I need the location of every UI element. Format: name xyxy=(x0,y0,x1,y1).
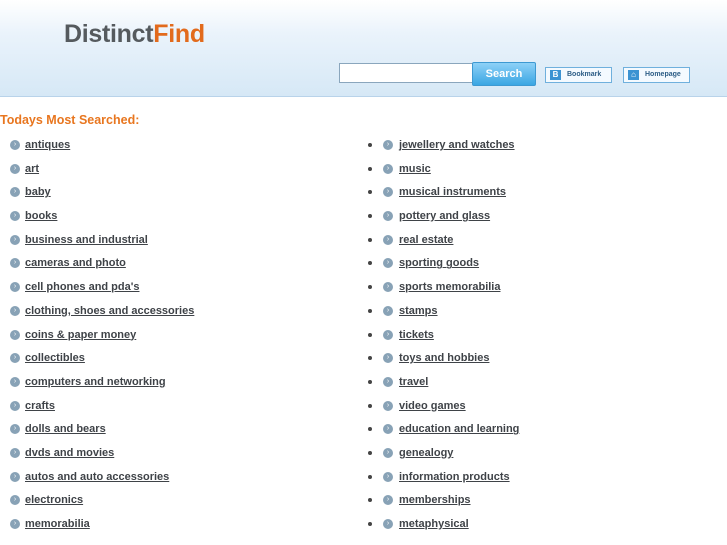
arrow-circle-icon: › xyxy=(10,400,20,411)
bullet-dot-icon xyxy=(368,261,372,266)
bullet-dot-icon xyxy=(368,356,372,361)
arrow-circle-icon: › xyxy=(383,187,393,198)
category-link[interactable]: music xyxy=(399,163,431,175)
arrow-circle-icon: › xyxy=(383,234,393,245)
header: DistinctFind Search B Bookmark ⌂ Homepag… xyxy=(0,0,727,97)
home-icon: ⌂ xyxy=(628,70,639,80)
category-link[interactable]: video games xyxy=(399,400,466,412)
category-link[interactable]: computers and networking xyxy=(25,376,166,388)
arrow-circle-icon: › xyxy=(10,305,20,316)
category-link[interactable]: cell phones and pda's xyxy=(25,281,139,293)
arrow-circle-icon: › xyxy=(383,282,393,293)
arrow-circle-icon: › xyxy=(10,234,20,245)
homepage-button[interactable]: ⌂ Homepage xyxy=(623,67,690,83)
category-link[interactable]: antiques xyxy=(25,139,70,151)
category-link[interactable]: stamps xyxy=(399,305,438,317)
category-link[interactable]: baby xyxy=(25,186,51,198)
arrow-circle-icon: › xyxy=(383,258,393,269)
arrow-circle-icon: › xyxy=(383,424,393,435)
arrow-circle-icon: › xyxy=(383,471,393,482)
arrow-circle-icon: › xyxy=(10,187,20,198)
arrow-circle-icon: › xyxy=(10,258,20,269)
arrow-circle-icon: › xyxy=(10,140,20,150)
bookmark-button[interactable]: B Bookmark xyxy=(545,67,612,83)
category-link[interactable]: sporting goods xyxy=(399,257,479,269)
category-link[interactable]: crafts xyxy=(25,400,55,412)
logo-part-2: Find xyxy=(153,20,205,48)
category-link[interactable]: genealogy xyxy=(399,447,453,459)
category-link[interactable]: information products xyxy=(399,471,510,483)
arrow-circle-icon: › xyxy=(383,400,393,411)
arrow-circle-icon: › xyxy=(10,519,20,529)
arrow-circle-icon: › xyxy=(10,353,20,364)
bookmark-label: Bookmark xyxy=(567,71,602,78)
bullet-dot-icon xyxy=(368,450,372,455)
category-link[interactable]: cameras and photo xyxy=(25,257,126,269)
category-link[interactable]: tickets xyxy=(399,329,434,341)
bullet-dot-icon xyxy=(368,379,372,384)
bullet-dot-icon xyxy=(368,427,372,432)
arrow-circle-icon: › xyxy=(10,163,20,174)
section-title: Todays Most Searched: xyxy=(0,113,140,127)
arrow-circle-icon: › xyxy=(10,329,20,340)
bullet-dot-icon xyxy=(368,237,372,242)
arrow-circle-icon: › xyxy=(383,211,393,222)
logo[interactable]: DistinctFind xyxy=(64,20,205,49)
arrow-circle-icon: › xyxy=(383,447,393,458)
category-link[interactable]: dvds and movies xyxy=(25,447,114,459)
arrow-circle-icon: › xyxy=(10,376,20,387)
bullet-dot-icon xyxy=(368,214,372,219)
arrow-circle-icon: › xyxy=(10,471,20,482)
category-link[interactable]: collectibles xyxy=(25,352,85,364)
bullet-dot-icon xyxy=(368,522,372,526)
category-link[interactable]: real estate xyxy=(399,234,453,246)
arrow-circle-icon: › xyxy=(10,495,20,506)
bullet-dot-icon xyxy=(368,285,372,290)
homepage-label: Homepage xyxy=(645,71,681,78)
arrow-circle-icon: › xyxy=(383,519,393,529)
bullet-dot-icon xyxy=(368,166,372,171)
arrow-circle-icon: › xyxy=(383,329,393,340)
category-link[interactable]: books xyxy=(25,210,57,222)
arrow-circle-icon: › xyxy=(383,140,393,150)
category-link[interactable]: art xyxy=(25,163,39,175)
search-input[interactable] xyxy=(339,63,475,83)
logo-part-1: Distinct xyxy=(64,20,154,48)
category-link[interactable]: memorabilia xyxy=(25,518,90,530)
category-link[interactable]: education and learning xyxy=(399,423,519,435)
arrow-circle-icon: › xyxy=(10,424,20,435)
bullet-dot-icon xyxy=(368,190,372,195)
category-link[interactable]: sports memorabilia xyxy=(399,281,500,293)
arrow-circle-icon: › xyxy=(383,495,393,506)
category-link[interactable]: business and industrial xyxy=(25,234,148,246)
bullet-dot-icon xyxy=(368,498,372,503)
category-link[interactable]: toys and hobbies xyxy=(399,352,489,364)
arrow-circle-icon: › xyxy=(10,447,20,458)
category-link[interactable]: clothing, shoes and accessories xyxy=(25,305,194,317)
bullet-dot-icon xyxy=(368,143,372,147)
category-link[interactable]: dolls and bears xyxy=(25,423,106,435)
category-link[interactable]: travel xyxy=(399,376,428,388)
arrow-circle-icon: › xyxy=(383,353,393,364)
arrow-circle-icon: › xyxy=(10,282,20,293)
search-button[interactable]: Search xyxy=(472,62,536,86)
arrow-circle-icon: › xyxy=(10,211,20,222)
category-link[interactable]: memberships xyxy=(399,494,471,506)
bullet-dot-icon xyxy=(368,474,372,479)
category-link[interactable]: musical instruments xyxy=(399,186,506,198)
bullet-dot-icon xyxy=(368,403,372,408)
category-link[interactable]: pottery and glass xyxy=(399,210,490,222)
category-link[interactable]: coins & paper money xyxy=(25,329,136,341)
category-link[interactable]: electronics xyxy=(25,494,83,506)
bullet-dot-icon xyxy=(368,332,372,337)
arrow-circle-icon: › xyxy=(383,376,393,387)
bullet-dot-icon xyxy=(368,308,372,313)
category-link[interactable]: metaphysical xyxy=(399,518,469,530)
category-link[interactable]: autos and auto accessories xyxy=(25,471,169,483)
bookmark-icon: B xyxy=(550,70,561,80)
arrow-circle-icon: › xyxy=(383,163,393,174)
category-link[interactable]: jewellery and watches xyxy=(399,139,515,151)
arrow-circle-icon: › xyxy=(383,305,393,316)
